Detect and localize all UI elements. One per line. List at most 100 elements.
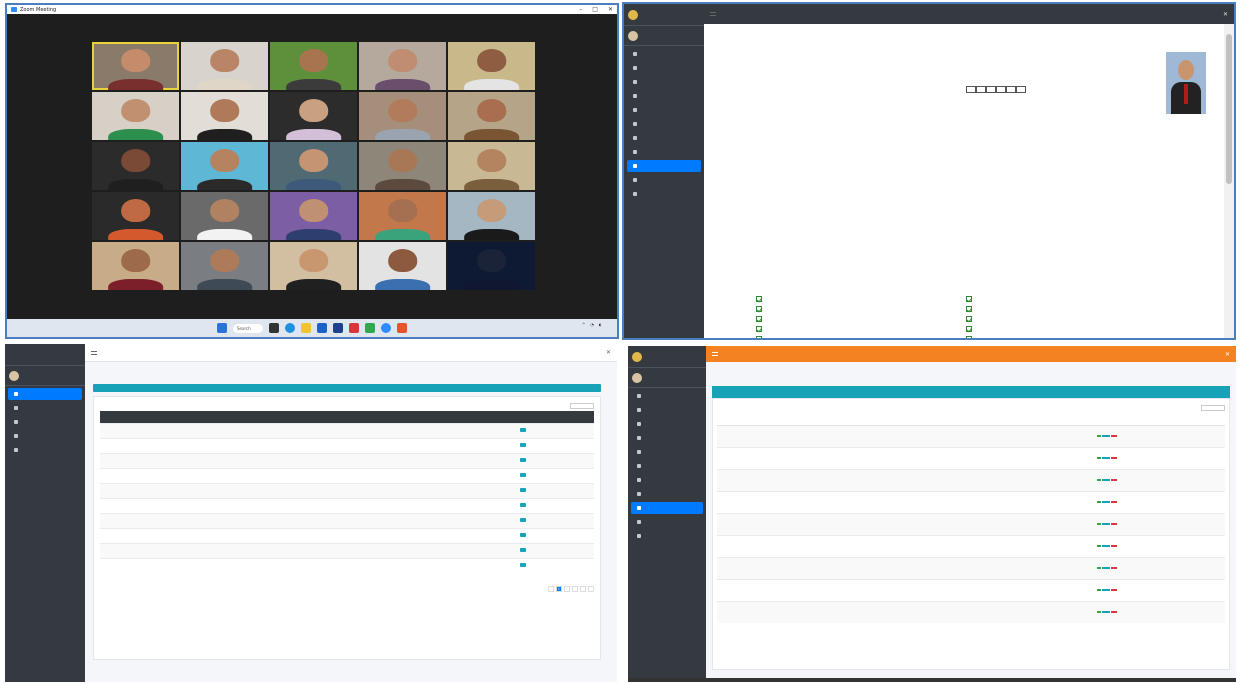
search-input[interactable] [570,403,594,409]
scrollbar-thumb[interactable] [1226,34,1232,184]
edit-button[interactable] [1102,457,1111,459]
file-explorer-icon[interactable] [301,323,311,333]
sidebar-user[interactable] [624,26,704,46]
participant-tile[interactable] [359,242,446,290]
sidebar-user[interactable] [628,368,706,388]
delete-button[interactable] [1111,457,1118,459]
participant-tile[interactable] [181,42,268,90]
close-icon[interactable]: ✕ [608,6,613,13]
participant-tile[interactable] [92,142,179,190]
participant-tile[interactable] [359,192,446,240]
sidebar-brand[interactable] [5,344,85,366]
taskbar-search[interactable]: Search [233,323,263,333]
sidebar-item[interactable] [8,444,82,456]
sidebar-item[interactable] [627,48,701,60]
sidebar-item[interactable] [631,390,703,402]
edit-button[interactable] [1102,435,1111,437]
minimize-icon[interactable]: – [579,6,582,13]
checkbox-checked-icon[interactable] [966,326,972,332]
participant-tile[interactable] [359,142,446,190]
menu-toggle-icon[interactable] [712,352,718,356]
column-header[interactable] [382,411,453,423]
view-button[interactable] [1097,545,1102,547]
sidebar-item[interactable] [627,118,701,130]
participant-tile[interactable] [270,242,357,290]
tray-chevron-icon[interactable]: ^ [582,322,585,327]
delete-button[interactable] [1111,479,1118,481]
view-button[interactable] [1097,479,1102,481]
edge-browser-icon[interactable] [285,323,295,333]
row-action-button[interactable] [520,533,527,537]
participant-tile[interactable] [448,192,535,240]
participant-tile[interactable] [270,42,357,90]
participant-tile[interactable] [270,192,357,240]
search-input[interactable] [1201,405,1225,411]
edit-button[interactable] [1102,523,1111,525]
column-header[interactable] [934,413,990,426]
delete-button[interactable] [1111,567,1118,569]
edit-button[interactable] [1102,567,1111,569]
participant-tile[interactable] [448,42,535,90]
sidebar-item[interactable] [631,502,703,514]
row-action-button[interactable] [520,563,527,568]
row-action-button[interactable] [520,488,527,492]
sidebar-item[interactable] [627,174,701,186]
sidebar-item[interactable] [8,388,82,400]
view-button[interactable] [1097,567,1102,569]
sidebar-item[interactable] [627,146,701,158]
maximize-icon[interactable]: □ [592,6,598,13]
edit-button[interactable] [1102,545,1111,547]
delete-button[interactable] [1111,435,1118,437]
delete-button[interactable] [1111,589,1118,591]
sidebar-item[interactable] [627,132,701,144]
participant-tile[interactable] [181,242,268,290]
column-header[interactable] [771,413,826,426]
checkbox-checked-icon[interactable] [756,336,762,338]
close-icon[interactable]: ✕ [1223,11,1228,18]
close-icon[interactable]: ✕ [606,349,611,356]
participant-tile[interactable] [448,242,535,290]
sidebar-item[interactable] [627,62,701,74]
checkbox-checked-icon[interactable] [966,296,972,302]
sidebar-item[interactable] [8,430,82,442]
page-link[interactable] [564,586,570,592]
zoom-taskbar-icon[interactable] [381,323,391,333]
participant-tile[interactable] [270,142,357,190]
column-header[interactable] [311,411,383,423]
page-link[interactable] [588,586,594,592]
page-link[interactable]: 1 [556,586,562,592]
menu-toggle-icon[interactable] [91,350,97,355]
sidebar-brand[interactable] [624,4,704,26]
sidebar-item[interactable] [627,160,701,172]
row-action-button[interactable] [520,518,527,522]
sidebar-item[interactable] [8,416,82,428]
sidebar-item[interactable] [627,90,701,102]
volume-icon[interactable]: ◖ [599,322,601,327]
delete-button[interactable] [1111,545,1118,547]
sidebar-item[interactable] [631,516,703,528]
participant-tile[interactable] [92,42,179,90]
column-header[interactable] [170,411,242,423]
column-header[interactable] [880,413,935,426]
view-button[interactable] [1097,435,1102,437]
column-header[interactable] [241,411,312,423]
edit-button[interactable] [1102,611,1111,614]
view-button[interactable] [1097,457,1102,459]
participant-tile[interactable] [92,192,179,240]
participant-tile[interactable] [448,142,535,190]
sidebar-item[interactable] [631,404,703,416]
sidebar-item[interactable] [631,418,703,430]
vertical-scrollbar[interactable] [1224,24,1234,338]
task-view-icon[interactable] [269,323,279,333]
checkbox-checked-icon[interactable] [966,306,972,312]
row-action-button[interactable] [520,458,527,462]
sidebar-item[interactable] [631,474,703,486]
column-header[interactable] [989,413,1225,426]
column-header[interactable] [825,413,881,426]
sidebar-item[interactable] [627,76,701,88]
sidebar-item[interactable] [627,104,701,116]
sidebar-item[interactable] [8,402,82,414]
delete-button[interactable] [1111,611,1118,614]
checkbox-checked-icon[interactable] [756,316,762,322]
participant-tile[interactable] [181,192,268,240]
